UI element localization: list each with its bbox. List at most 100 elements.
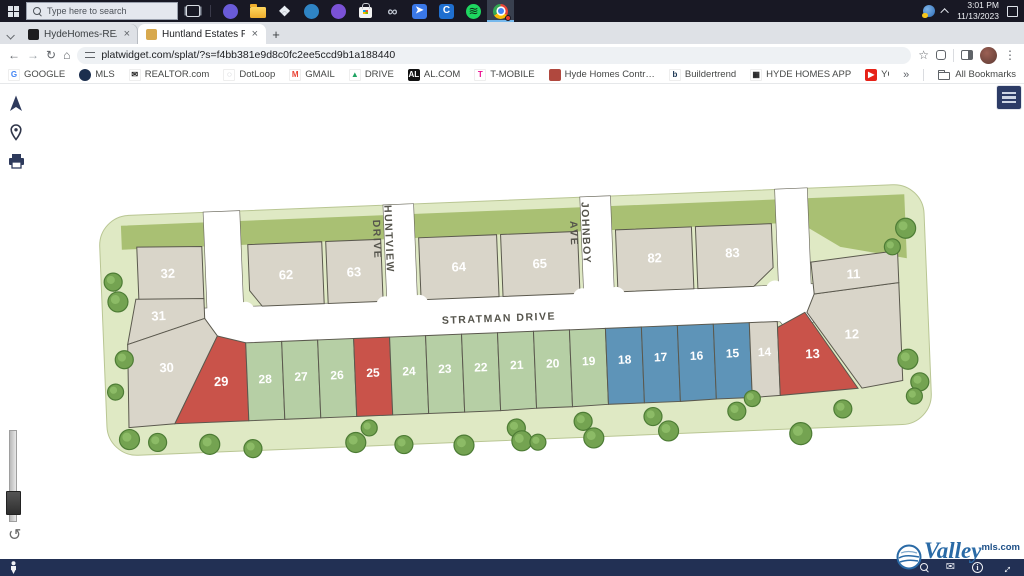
tree [644, 407, 663, 426]
extensions-icon[interactable] [936, 50, 946, 60]
lot-82[interactable]: 82 [615, 227, 693, 292]
task-view-icon[interactable] [186, 5, 200, 17]
browser-tab-huntland-estates-phase-2-on-p[interactable]: Huntland Estates Phase 2 on P× [138, 24, 266, 44]
lot-64[interactable]: 64 [419, 235, 499, 300]
bookmark-drive[interactable]: ▲DRIVE [349, 69, 394, 81]
bookmark-google[interactable]: GGOOGLE [8, 69, 65, 81]
notification-panel-icon[interactable] [1007, 6, 1018, 17]
bookmark-favicon [79, 69, 91, 81]
taskbar-app-spotify[interactable]: ≋ [460, 0, 487, 22]
tab-search-chevron-icon[interactable] [4, 24, 20, 44]
info-icon[interactable]: i [972, 562, 983, 573]
side-panel-icon[interactable] [961, 50, 973, 60]
lot-16[interactable]: 16 [677, 324, 716, 401]
meta-icon: ∞ [385, 4, 400, 19]
back-icon[interactable]: ← [8, 49, 20, 61]
zoom-slider-handle[interactable] [6, 491, 21, 515]
bookmark-mls[interactable]: MLS [79, 69, 115, 81]
network-icon[interactable] [923, 5, 935, 17]
tree [744, 390, 761, 407]
tree [910, 372, 929, 391]
tab-close-icon[interactable]: × [250, 28, 260, 40]
lot-31[interactable]: 31 [126, 296, 206, 344]
bookmark-hyde-homes-contr[interactable]: Hyde Homes Contr… [549, 69, 655, 81]
forward-icon[interactable]: → [27, 49, 39, 61]
lot-25[interactable]: 25 [354, 337, 393, 416]
location-pin-button[interactable] [7, 123, 25, 141]
browser-menu-icon[interactable]: ⋮ [1004, 48, 1016, 62]
zoom-slider[interactable] [9, 430, 17, 522]
lot-24[interactable]: 24 [390, 336, 429, 415]
lot-12[interactable]: 12 [806, 283, 903, 391]
taskbar-search[interactable]: Type here to search [26, 2, 178, 20]
lot-32[interactable]: 32 [137, 245, 204, 304]
lot-21[interactable]: 21 [497, 331, 536, 410]
lot-18[interactable]: 18 [605, 327, 644, 404]
lot-20[interactable]: 20 [533, 330, 572, 408]
lot-27[interactable]: 27 [282, 340, 321, 419]
rotate-reset-icon[interactable]: ↺ [8, 528, 21, 544]
browser-tab-hydehomes-real[interactable]: HydeHomes-REAL× [20, 24, 138, 44]
bookmark-al-com[interactable]: ALAL.COM [408, 69, 460, 81]
lot-65[interactable]: 65 [501, 231, 580, 296]
bookmark-label: YOUTUBE [881, 69, 889, 80]
lot-63[interactable]: 63 [326, 239, 383, 303]
taskbar-clock[interactable]: 3:01 PM 11/13/2023 [957, 0, 999, 21]
fullscreen-icon[interactable]: ↔ [998, 559, 1015, 576]
reload-icon[interactable]: ↻ [46, 49, 56, 61]
lot-30[interactable]: 30 [125, 318, 221, 428]
lot-29[interactable]: 29 [171, 335, 248, 424]
navigation-compass-button[interactable] [7, 94, 25, 112]
bookmark-t-mobile[interactable]: TT-MOBILE [474, 69, 534, 81]
taskbar-app-chrome[interactable] [487, 0, 514, 22]
lot-22[interactable]: 22 [462, 333, 501, 412]
profile-avatar[interactable] [980, 47, 997, 64]
lot-11[interactable]: 11 [811, 251, 900, 294]
tab-close-icon[interactable]: × [122, 28, 132, 40]
taskbar-app-microsoft-store[interactable] [352, 0, 379, 22]
taskbar-app-remote-desktop[interactable]: ➤ [406, 0, 433, 22]
lot-28[interactable]: 28 [246, 341, 285, 420]
map-menu-button[interactable] [997, 86, 1021, 109]
lot-23[interactable]: 23 [426, 334, 465, 413]
tray-chevron-up-icon[interactable] [940, 8, 948, 16]
lot-17[interactable]: 17 [641, 325, 680, 402]
bookmark-buildertrend[interactable]: bBuildertrend [669, 69, 736, 81]
taskbar-app-c-app[interactable]: C [433, 0, 460, 22]
lot-number: 25 [366, 365, 380, 380]
lot-15[interactable]: 15 [713, 323, 752, 399]
taskbar-app-office[interactable] [325, 0, 352, 22]
bookmark-realtor-com[interactable]: ✉REALTOR.com [129, 69, 210, 81]
lot-19[interactable]: 19 [569, 328, 608, 406]
taskbar-app-edge[interactable] [298, 0, 325, 22]
lot-13[interactable]: 13 [777, 310, 858, 395]
bookmark-gmail[interactable]: MGMAIL [289, 69, 335, 81]
bookmark-label: Buildertrend [685, 69, 736, 80]
tree [115, 350, 134, 369]
url-input[interactable]: platwidget.com/splat/?s=f4bb381e9d8c0fc2… [77, 47, 911, 64]
print-button[interactable] [7, 152, 25, 170]
taskbar-app-file-explorer[interactable] [244, 0, 271, 22]
site-settings-icon[interactable] [85, 52, 95, 59]
divider [923, 69, 924, 81]
lot-26[interactable]: 26 [318, 338, 357, 417]
taskbar-app-firefox[interactable] [217, 0, 244, 22]
bookmark-dotloop[interactable]: ◌DotLoop [223, 69, 275, 81]
all-bookmarks-button[interactable]: All Bookmarks [938, 69, 1016, 80]
lot-number: 83 [725, 245, 740, 261]
taskbar-app-meta[interactable]: ∞ [379, 0, 406, 22]
street-view-button[interactable] [8, 561, 19, 574]
bookmarks-overflow-icon[interactable]: » [903, 69, 909, 81]
lot-14[interactable]: 14 [749, 321, 780, 397]
bookmark-hyde-homes-app[interactable]: ▦HYDE HOMES APP [750, 69, 851, 81]
new-tab-button[interactable]: + [266, 24, 286, 44]
bookmark-star-icon[interactable]: ☆ [918, 48, 929, 62]
taskbar-app-dropbox[interactable]: ❖ [271, 0, 298, 22]
home-icon[interactable]: ⌂ [63, 49, 70, 61]
lot-62[interactable]: 62 [248, 242, 324, 307]
bookmark-youtube[interactable]: ▶YOUTUBE [865, 69, 889, 81]
map-search-icon[interactable] [920, 563, 929, 572]
mail-icon[interactable]: ✉ [946, 562, 955, 573]
lot-83[interactable]: 83 [695, 224, 773, 289]
start-button[interactable] [0, 0, 26, 22]
